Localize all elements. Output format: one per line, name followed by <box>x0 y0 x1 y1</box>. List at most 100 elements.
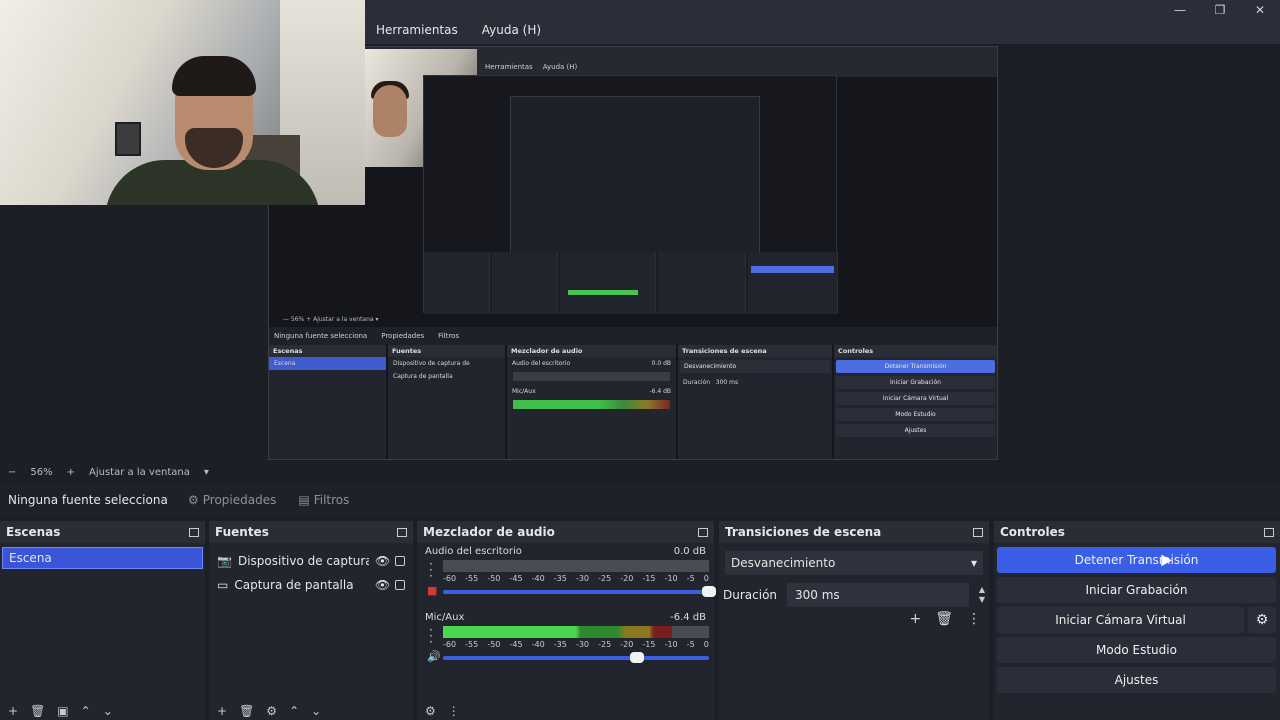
preview-scenes-dock: Escenas Escena <box>269 345 386 459</box>
tick-label: -20 <box>620 574 634 583</box>
eye-icon[interactable]: 👁 <box>375 578 390 592</box>
zoom-in-button[interactable]: + <box>67 467 75 478</box>
transition-select[interactable]: Desvanecimiento ▾ <box>725 551 983 575</box>
preview-mixer-dock: Mezclador de audio Audio del escritorio … <box>507 345 676 459</box>
gear-icon[interactable]: ⚙ <box>425 704 436 718</box>
lock-icon[interactable] <box>395 580 405 590</box>
move-down-icon[interactable]: ⌄ <box>311 704 321 718</box>
speaker-icon[interactable]: 🔊 <box>427 650 441 663</box>
preview-start-vcam: Iniciar Cámara Virtual <box>836 392 995 405</box>
nested-meter <box>568 290 638 295</box>
filters-label: Filtros <box>313 493 350 507</box>
preview-studio-mode: Modo Estudio <box>836 408 995 421</box>
duration-input[interactable]: 300 ms <box>787 583 969 607</box>
tick-label: -35 <box>553 574 567 583</box>
undock-icon[interactable] <box>397 527 407 537</box>
filter-icon[interactable]: ▣ <box>57 704 68 718</box>
volume-slider-knob[interactable] <box>630 652 645 663</box>
muted-speaker-icon[interactable]: ■ <box>427 584 439 597</box>
move-up-icon[interactable]: ⌃ <box>289 704 299 718</box>
menu-help[interactable]: Ayuda (H) <box>478 21 545 39</box>
trash-icon[interactable]: 🗑 <box>935 611 953 627</box>
properties-button[interactable]: ⚙ Propiedades <box>180 488 284 512</box>
close-icon[interactable]: ✕ <box>1240 0 1280 20</box>
undock-icon[interactable] <box>1264 527 1274 537</box>
add-icon[interactable]: + <box>8 704 18 718</box>
no-source-selected: Ninguna fuente selecciona <box>8 493 168 507</box>
preview-controls-title: Controles <box>834 345 997 357</box>
trash-icon[interactable]: 🗑 <box>30 704 45 718</box>
lock-icon[interactable] <box>395 556 405 566</box>
monitor-icon: ▭ <box>217 578 229 592</box>
kebab-menu-icon[interactable]: · · · <box>429 558 433 582</box>
preview-desktop-name: Audio del escritorio <box>512 360 571 367</box>
chevron-down-icon: ▾ <box>970 556 977 570</box>
tick-label: -50 <box>487 640 501 649</box>
transitions-dock: Transiciones de escena Desvanecimiento ▾… <box>719 521 989 720</box>
zoom-level: 56% <box>30 466 53 478</box>
chevron-down-icon[interactable]: ▼ <box>979 595 985 605</box>
duration-stepper[interactable]: ▲ ▼ <box>979 585 985 605</box>
tick-label: -40 <box>531 640 545 649</box>
sources-footer: + 🗑 ⚙ ⌃ ⌄ <box>209 702 413 720</box>
preview-scene-item: Escena <box>269 357 386 370</box>
zoom-out-button[interactable]: − <box>8 467 16 478</box>
source-name: Captura de pantalla <box>234 578 354 592</box>
webcam-person-hair <box>172 56 256 96</box>
fit-to-window-label[interactable]: Ajustar a la ventana <box>89 467 190 478</box>
move-up-icon[interactable]: ⌃ <box>81 704 91 718</box>
tick-label: -45 <box>509 574 523 583</box>
program-preview[interactable]: Herramientas Ayuda (H) — 56% + Ajustar a… <box>268 46 998 460</box>
settings-button[interactable]: Ajustes <box>997 667 1276 693</box>
controls-header: Controles <box>994 521 1280 543</box>
eye-icon[interactable]: 👁 <box>375 554 390 568</box>
preview-zoom-bar: — 56% + Ajustar a la ventana ▾ <box>283 316 379 323</box>
undock-icon[interactable] <box>698 527 708 537</box>
filters-icon: ▤ <box>298 493 310 507</box>
start-virtual-camera-button[interactable]: Iniciar Cámara Virtual <box>997 607 1244 633</box>
studio-mode-button[interactable]: Modo Estudio <box>997 637 1276 663</box>
chevron-down-icon[interactable]: ▾ <box>204 467 209 478</box>
meter-ticks: -60 -55 -50 -45 -40 -35 -30 -25 -20 -15 … <box>443 640 709 649</box>
stop-streaming-button[interactable]: Detener Transmisión <box>997 547 1276 573</box>
preview-sources-dock: Fuentes Dispositivo de captura de Captur… <box>388 345 505 459</box>
scene-item[interactable]: Escena <box>2 547 203 569</box>
tick-label: -55 <box>465 640 479 649</box>
chevron-up-icon[interactable]: ▲ <box>979 585 985 595</box>
kebab-menu-icon[interactable]: ⋮ <box>967 611 981 627</box>
source-item[interactable]: ▭ Captura de pantalla 👁 <box>209 573 413 597</box>
nested-transitions <box>658 252 746 314</box>
volume-slider-knob[interactable] <box>702 586 716 597</box>
preview-duration-value: 300 ms <box>715 379 739 386</box>
webcam-feed <box>0 0 365 205</box>
nested-dock <box>424 252 838 314</box>
menu-tools[interactable]: Herramientas <box>372 21 462 39</box>
channel-name: Mic/Aux <box>425 612 465 623</box>
preview-mic-db: -6.4 dB <box>649 388 671 395</box>
add-icon[interactable]: + <box>909 611 921 627</box>
source-item[interactable]: 📷 Dispositivo de captura de 👁 <box>209 549 413 573</box>
kebab-menu-icon[interactable]: · · · <box>429 624 433 648</box>
undock-icon[interactable] <box>189 527 199 537</box>
add-icon[interactable]: + <box>217 704 227 718</box>
tick-label: -25 <box>598 574 612 583</box>
tick-label: -10 <box>664 574 678 583</box>
gear-icon[interactable]: ⚙ <box>1248 607 1276 633</box>
start-recording-button[interactable]: Iniciar Grabación <box>997 577 1276 603</box>
gear-icon[interactable]: ⚙ <box>266 704 277 718</box>
undock-icon[interactable] <box>973 527 983 537</box>
minimize-icon[interactable]: — <box>1160 0 1200 20</box>
restore-icon[interactable]: ❐ <box>1200 0 1240 20</box>
preview-transition-select: Desvanecimiento <box>680 360 830 373</box>
move-down-icon[interactable]: ⌄ <box>103 704 113 718</box>
preview-menu: Herramientas Ayuda (H) <box>485 63 577 71</box>
volume-slider[interactable] <box>443 656 709 660</box>
preview-transitions-dock: Transiciones de escena Desvanecimiento D… <box>678 345 832 459</box>
kebab-menu-icon[interactable]: ⋮ <box>448 704 460 718</box>
channel-db: 0.0 dB <box>673 546 706 557</box>
source-name: Dispositivo de captura de <box>237 554 369 568</box>
filters-button[interactable]: ▤ Filtros <box>290 488 357 512</box>
volume-slider[interactable] <box>443 590 709 594</box>
audio-mixer-dock: Mezclador de audio Audio del escritorio … <box>417 521 716 720</box>
trash-icon[interactable]: 🗑 <box>239 704 254 718</box>
